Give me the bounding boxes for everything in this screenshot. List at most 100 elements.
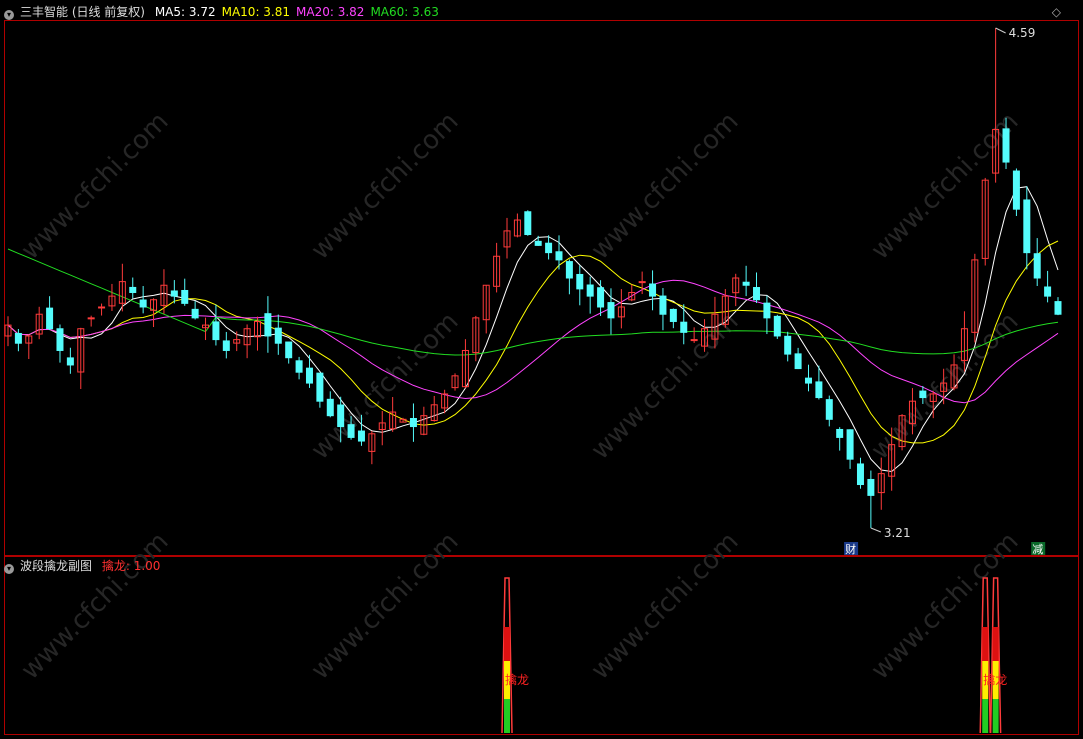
candle-body [326, 398, 334, 417]
candle-body [659, 295, 667, 315]
candle-body [212, 321, 220, 341]
candle-body [597, 287, 605, 308]
watermark-text: www.cfchi.com [865, 107, 1024, 266]
candle-body [305, 367, 313, 384]
ma-indicator-1: MA10: 3.81 [221, 5, 291, 19]
candle-body [66, 357, 74, 366]
watermark-text: www.cfchi.com [305, 107, 464, 266]
candle-body [274, 327, 282, 344]
signal-label: 擒龙 [505, 672, 529, 687]
watermark-text: www.cfchi.com [865, 527, 1024, 686]
candle-body [285, 341, 293, 359]
candle-body [794, 353, 802, 370]
watermark-text: www.cfchi.com [15, 527, 174, 686]
watermark-text: www.cfchi.com [865, 307, 1024, 466]
candle-body [316, 372, 324, 402]
candle-body [607, 302, 615, 319]
candle-body [264, 313, 272, 337]
candle-body [753, 287, 761, 301]
stock-title: 三丰智能 (日线 前复权) [20, 5, 145, 19]
candle-body [46, 307, 54, 330]
candle-body [1033, 253, 1041, 279]
candle-body [649, 283, 657, 297]
candle-body [690, 339, 698, 342]
candle-body [846, 429, 854, 460]
candle-body [576, 273, 584, 290]
ma-indicator-list: MA5: 3.72 MA10: 3.81 MA20: 3.82 MA60: 3.63 [155, 5, 445, 19]
candle-body [856, 463, 864, 486]
ma-indicator-3: MA60: 3.63 [370, 5, 439, 19]
watermark-text: www.cfchi.com [305, 527, 464, 686]
candle-body [98, 306, 106, 309]
candle-body [56, 328, 64, 351]
candle-body [763, 302, 771, 319]
candle-body [181, 289, 189, 304]
main-panel-border [4, 20, 1079, 556]
candle-body [545, 242, 553, 254]
candle-body [804, 377, 812, 384]
candle-body [524, 211, 532, 236]
badge-jian: 减 [1032, 543, 1043, 556]
watermark-text: www.cfchi.com [585, 527, 744, 686]
chevron-down-icon[interactable]: ▾ [4, 564, 14, 574]
sub-chart-header: ▾ 波段擒龙副图 擒龙: 1.00 [4, 559, 166, 574]
signal-label: 擒龙 [983, 672, 1007, 687]
candle-body [815, 381, 823, 399]
watermark-text: www.cfchi.com [305, 307, 464, 466]
watermark-text: www.cfchi.com [15, 107, 174, 266]
candle-body [565, 261, 573, 279]
watermark-text: www.cfchi.com [585, 307, 744, 466]
chart-annotations: 4.59 3.21 财 减 [844, 26, 1046, 556]
chart-canvas: www.cfchi.com www.cfchi.com www.cfchi.com w… [4, 20, 1079, 735]
signal-bar-red [992, 627, 999, 661]
candle-body [919, 390, 927, 399]
main-chart-header: ▾ 三丰智能 (日线 前复权) MA5: 3.72 MA10: 3.81 MA20: … [4, 5, 451, 20]
ma-indicator-0: MA5: 3.72 [154, 5, 216, 19]
candle-body [1054, 301, 1062, 315]
candle-body [222, 340, 230, 351]
signal-bar-red [982, 627, 989, 661]
signal-bar-green [992, 699, 999, 733]
candle-body [773, 315, 781, 337]
badge-cai: 财 [845, 542, 856, 556]
candle-body [638, 281, 646, 284]
candle-body [357, 430, 365, 442]
candle-body [742, 281, 750, 286]
candle-body [1002, 128, 1010, 163]
candle-body [1023, 199, 1031, 254]
signal-value-label: 擒龙: 1.00 [101, 559, 161, 573]
candle-body [129, 286, 137, 293]
candle-body [347, 424, 355, 438]
candle-body [586, 284, 594, 297]
candle-body [337, 404, 345, 428]
candle-body [1012, 170, 1020, 210]
candle-body [295, 360, 303, 373]
high-price-label: 4.59 [1009, 26, 1036, 40]
candle-body [1044, 286, 1052, 297]
low-price-label: 3.21 [884, 526, 911, 540]
candle-body [669, 308, 677, 322]
candle-body [534, 240, 542, 246]
candle-body [139, 299, 147, 308]
ma-indicator-2: MA20: 3.82 [296, 5, 365, 19]
watermark-layer: www.cfchi.com www.cfchi.com www.cfchi.com w… [15, 107, 1024, 686]
candlestick-series [4, 28, 1062, 528]
candle-body [825, 399, 833, 420]
candle-body [680, 321, 688, 333]
candle-body [867, 478, 875, 496]
candle-body [14, 332, 22, 344]
chevron-down-icon[interactable]: ▾ [4, 10, 14, 20]
low-pointer [870, 527, 882, 533]
candle-body [170, 290, 178, 297]
candle-body [836, 428, 844, 438]
signal-bar-green [982, 699, 989, 733]
ma60-line [7, 248, 1059, 356]
high-pointer [995, 27, 1006, 34]
sub-chart-title: 波段擒龙副图 [20, 559, 93, 573]
candle-body [191, 308, 199, 319]
candle-body [555, 251, 563, 261]
candle-body [784, 335, 792, 355]
watermark-text: www.cfchi.com [585, 107, 744, 266]
diamond-toggle-icon[interactable]: ◇ [1052, 5, 1061, 19]
candle-body [87, 317, 95, 320]
